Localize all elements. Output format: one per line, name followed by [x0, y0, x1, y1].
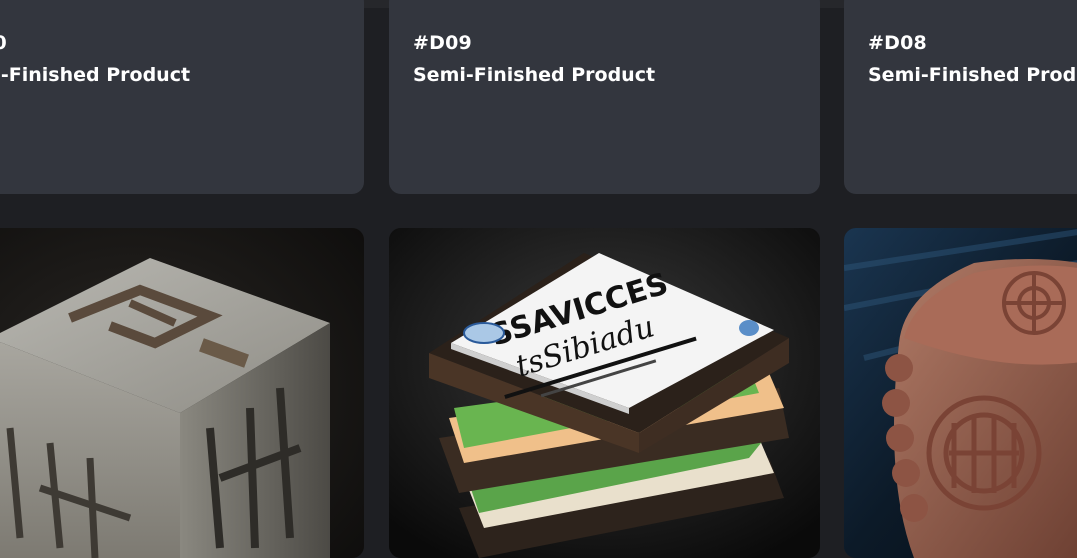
product-card[interactable]: #D08 Semi-Finished Product — [844, 0, 1077, 194]
product-type: Semi-Finished Product — [413, 64, 656, 86]
product-image-card[interactable] — [0, 228, 364, 558]
product-card[interactable]: #D09 Semi-Finished Product — [389, 0, 820, 194]
product-code: #D10 — [0, 32, 7, 54]
product-code: #D09 — [413, 32, 472, 54]
mooncake-image — [844, 228, 1077, 558]
product-card[interactable]: #D10 Semi-Finished Product — [0, 0, 364, 194]
product-type: Semi-Finished Product — [868, 64, 1077, 86]
sandwich-image: SSAVICCES tsSibiadu — [389, 228, 820, 558]
product-type: Semi-Finished Product — [0, 64, 191, 86]
product-image-card[interactable] — [844, 228, 1077, 558]
product-code: #D08 — [868, 32, 927, 54]
stone-cube-image — [0, 228, 364, 558]
product-image-card[interactable]: SSAVICCES tsSibiadu — [389, 228, 820, 558]
